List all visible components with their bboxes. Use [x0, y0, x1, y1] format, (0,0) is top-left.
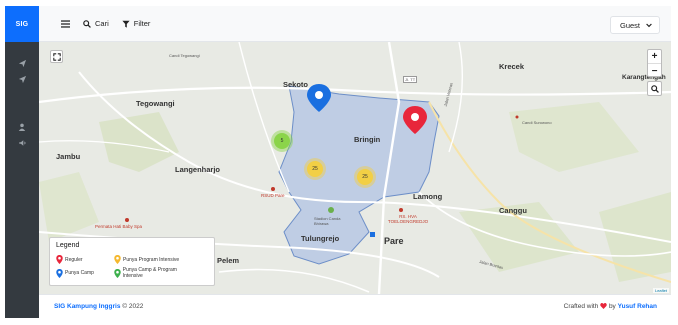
hamburger-menu-button[interactable]: [61, 19, 70, 28]
poi-candi-surowono: Candi Surowono: [522, 120, 552, 125]
map-search-button[interactable]: [647, 81, 662, 96]
volume-icon[interactable]: [5, 136, 39, 150]
marker-cluster[interactable]: 25: [357, 169, 373, 185]
fullscreen-button[interactable]: [50, 50, 63, 63]
zoom-in-button[interactable]: +: [648, 50, 661, 64]
leaflet-link[interactable]: Leaflet: [655, 288, 667, 293]
place-label-sekoto: Sekoto: [283, 80, 309, 89]
brand-logo[interactable]: SIG: [5, 6, 39, 42]
map-attribution[interactable]: Leaflet: [652, 288, 669, 293]
author-link[interactable]: Yusuf Rehan: [618, 303, 657, 310]
filter-button[interactable]: Filter: [122, 19, 151, 28]
pin-red-icon: [56, 255, 63, 264]
marker-cluster[interactable]: 25: [307, 161, 323, 177]
user-label: Guest: [619, 20, 640, 30]
legend-item-program-intensive: Punya Program Intensive: [114, 255, 179, 264]
top-navbar: Cari Filter Guest: [39, 6, 671, 42]
poi-rsud-pare: RSUD Pare: [261, 193, 285, 198]
place-label-bringin: Bringin: [354, 135, 381, 144]
fullscreen-icon: [52, 52, 61, 61]
road-shield: JI. TT: [403, 76, 418, 83]
place-label-jambu: Jambu: [56, 152, 81, 161]
legend-title: Legend: [56, 242, 80, 249]
zoom-control: + −: [647, 49, 662, 77]
place-label-lamong: Lamong: [413, 192, 443, 201]
poi-rs-hva: RS. HVA TOELOENGREDJO: [387, 214, 429, 224]
footer-brand-link[interactable]: SIG Kampung Inggris: [54, 303, 120, 310]
place-label-canggu: Canggu: [499, 206, 527, 215]
place-label-pare: Pare: [384, 236, 404, 246]
poi-permata-hati: Permata Hati Baby Spa: [95, 224, 143, 229]
search-label: Cari: [95, 19, 109, 28]
map-legend: Legend Reguler Punya Program Intensive P…: [49, 237, 215, 286]
search-icon: [650, 84, 659, 93]
zoom-out-button[interactable]: −: [648, 64, 661, 78]
search-button[interactable]: Cari: [83, 19, 109, 28]
location-arrow-icon[interactable]: [5, 72, 39, 86]
footer-copyright: SIG Kampung Inggris © 2022: [54, 303, 144, 310]
search-icon: [83, 19, 91, 28]
place-label-tulungrejo: Tulungrejo: [301, 234, 340, 243]
legend-item-camp-program: Punya Camp & Program Intensive: [114, 267, 198, 279]
user-dropdown[interactable]: Guest: [609, 16, 660, 34]
legend-item-camp: Punya Camp: [56, 268, 104, 278]
footer-credit: Crafted with by Yusuf Rehan: [563, 303, 657, 310]
hamburger-icon: [61, 19, 70, 28]
filter-icon: [122, 20, 130, 28]
map-view[interactable]: Sekoto Krecek Karangtengah Tegowangi Bri…: [39, 42, 671, 294]
heart-icon: [600, 303, 607, 310]
poi-candi-tegowangi: Candi Tegowangi: [169, 53, 200, 58]
pin-yellow-icon: [114, 255, 121, 264]
place-label-krecek: Krecek: [499, 62, 525, 71]
pin-green-icon: [114, 268, 121, 278]
legend-item-reguler: Reguler: [56, 255, 104, 264]
user-icon[interactable]: [5, 120, 39, 134]
place-label-pelem: Pelem: [217, 256, 240, 265]
pin-blue-icon: [56, 268, 63, 278]
poi-stadion: Stadion Canda Bhirawa: [314, 216, 341, 226]
footer: SIG Kampung Inggris © 2022 Crafted with …: [39, 294, 671, 318]
sidebar: SIG: [5, 6, 39, 318]
filter-label: Filter: [133, 19, 151, 28]
marker-cluster[interactable]: 5: [274, 133, 290, 149]
place-label-langenharjo: Langenharjo: [175, 165, 221, 174]
send-icon[interactable]: [5, 56, 39, 70]
place-label-tegowangi: Tegowangi: [136, 99, 175, 108]
chevron-down-icon: [646, 23, 652, 27]
